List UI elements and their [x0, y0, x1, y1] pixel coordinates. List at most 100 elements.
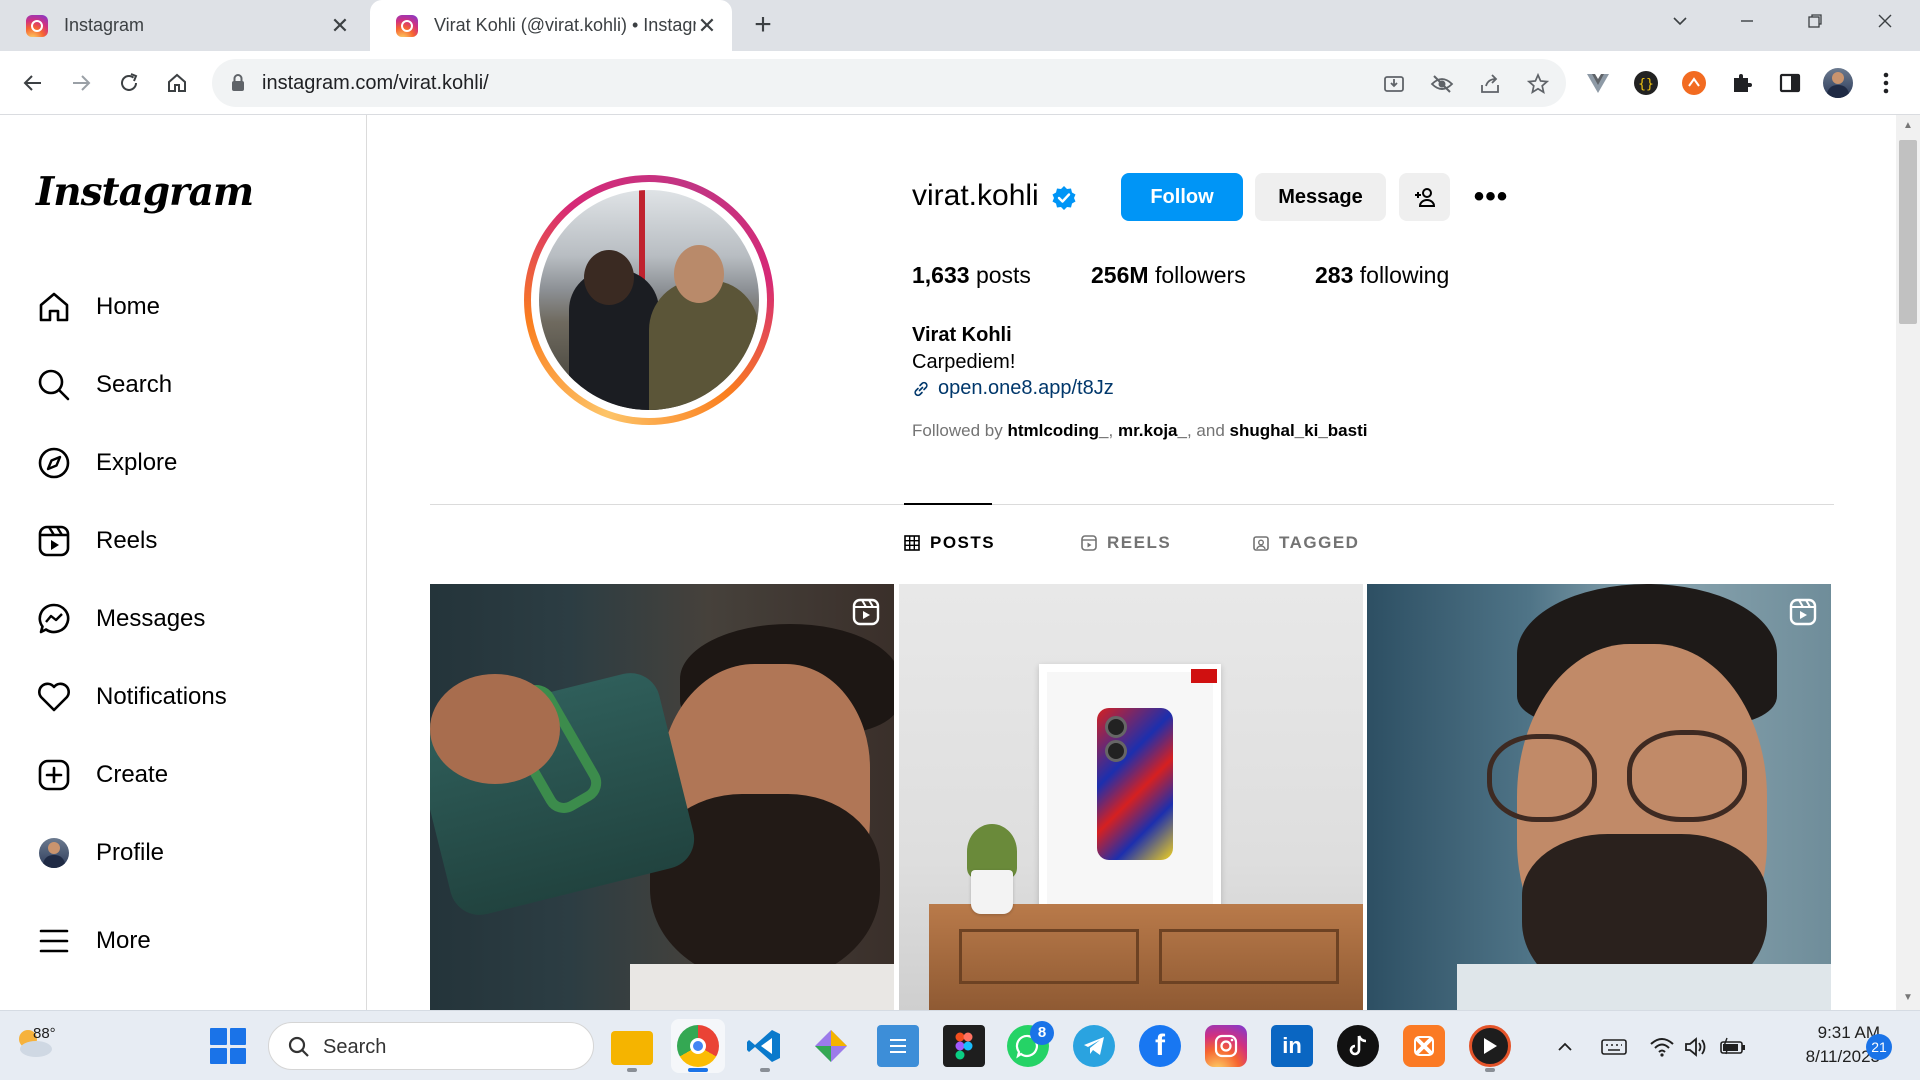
menu-icon	[36, 923, 72, 959]
sidebar-item-label: Create	[96, 761, 169, 788]
tab-close-icon[interactable]: ✕	[696, 13, 718, 39]
json-extension-icon[interactable]: {}	[1630, 66, 1662, 100]
followers-count[interactable]: 256M followers	[1091, 262, 1246, 289]
heart-icon	[36, 679, 72, 715]
scroll-up-arrow-icon[interactable]: ▲	[1899, 118, 1917, 134]
reels-icon	[1081, 535, 1097, 551]
suggested-accounts-button[interactable]	[1399, 173, 1450, 221]
post-thumbnail[interactable]	[1367, 584, 1831, 1010]
link-icon	[914, 381, 928, 396]
sidebar-item-create[interactable]: Create	[36, 751, 336, 799]
new-tab-button[interactable]: +	[748, 8, 778, 42]
profile-website-link[interactable]: open.one8.app/t8Jz	[912, 377, 1114, 400]
vuejs-extension-icon[interactable]	[1582, 66, 1614, 100]
install-app-icon[interactable]	[1380, 71, 1408, 97]
instagram-sidebar: Instagram Home Search Explore Reels Mess…	[0, 115, 367, 1010]
restore-icon[interactable]	[1795, 6, 1835, 40]
url-text[interactable]: instagram.com/virat.kohli/	[262, 72, 489, 95]
tab-close-icon[interactable]: ✕	[329, 13, 351, 39]
forward-arrow-icon[interactable]	[63, 65, 99, 101]
browser-toolbar: instagram.com/virat.kohli/ {}	[0, 51, 1920, 115]
taskbar-clock[interactable]: 9:31 AM 8/11/2023	[1762, 1021, 1880, 1069]
sidebar-item-more[interactable]: More	[36, 917, 336, 965]
file-explorer-icon[interactable]	[611, 1031, 653, 1065]
followed-by-text[interactable]: Followed by htmlcoding_, mr.koja_, and s…	[912, 421, 1367, 441]
bookmark-star-icon[interactable]	[1524, 71, 1552, 97]
tagged-person-icon	[1253, 536, 1269, 551]
sidebar-item-label: Explore	[96, 449, 178, 476]
side-panel-icon[interactable]	[1774, 66, 1806, 100]
scroll-down-arrow-icon[interactable]: ▼	[1899, 990, 1917, 1006]
posts-count: 1,633 posts	[912, 262, 1031, 288]
profile-username: virat.kohli	[912, 179, 1039, 212]
message-button[interactable]: Message	[1255, 173, 1386, 221]
back-arrow-icon[interactable]	[15, 65, 51, 101]
profile-bio: Carpediem!	[912, 351, 1016, 373]
linkedin-icon[interactable]: in	[1271, 1025, 1313, 1067]
telegram-icon[interactable]	[1073, 1025, 1115, 1067]
instagram-logo[interactable]: Instagram	[36, 169, 254, 215]
following-count[interactable]: 283 following	[1315, 262, 1449, 289]
reload-icon[interactable]	[111, 65, 147, 101]
sidebar-item-notifications[interactable]: Notifications	[36, 673, 336, 721]
scrollbar-thumb[interactable]	[1899, 140, 1917, 324]
sidebar-item-profile[interactable]: Profile	[36, 829, 336, 877]
tab-posts[interactable]: POSTS	[904, 533, 995, 553]
chevron-up-icon[interactable]	[1551, 1033, 1579, 1061]
browser-tab-strip: Instagram ✕ Virat Kohli (@virat.kohli) •…	[0, 0, 1920, 51]
browser-tab-instagram[interactable]: Instagram ✕	[0, 0, 365, 51]
orange-extension-icon[interactable]	[1678, 66, 1710, 100]
xampp-icon[interactable]	[1403, 1025, 1445, 1067]
kebab-menu-icon[interactable]	[1870, 66, 1902, 100]
battery-icon[interactable]	[1719, 1033, 1747, 1061]
vscode-icon[interactable]	[743, 1025, 785, 1067]
keyboard-icon[interactable]	[1600, 1033, 1628, 1061]
profile-main: virat.kohli Follow Message ••• 1,633 pos…	[368, 115, 1896, 1010]
eye-slash-icon[interactable]	[1428, 71, 1456, 97]
instagram-icon[interactable]	[1205, 1025, 1247, 1067]
sidebar-item-home[interactable]: Home	[36, 283, 336, 331]
sidebar-item-label: Profile	[96, 839, 165, 866]
media-player-icon[interactable]	[1469, 1025, 1511, 1067]
tab-title: Instagram	[64, 15, 145, 35]
puzzle-extensions-icon[interactable]	[1726, 66, 1758, 100]
tab-search-chevron-icon[interactable]	[1660, 6, 1700, 40]
home-icon[interactable]	[159, 65, 195, 101]
compass-icon	[36, 445, 72, 481]
reels-icon	[36, 523, 72, 559]
post-thumbnail[interactable]	[899, 584, 1363, 1010]
address-bar[interactable]: instagram.com/virat.kohli/	[212, 59, 1566, 107]
lock-icon[interactable]	[230, 73, 246, 98]
colorful-app-icon[interactable]	[810, 1025, 852, 1067]
sidebar-item-search[interactable]: Search	[36, 361, 336, 409]
tab-tagged[interactable]: TAGGED	[1253, 533, 1359, 553]
sidebar-item-messages[interactable]: Messages	[36, 595, 336, 643]
verified-badge-icon	[1052, 186, 1076, 210]
active-tab-indicator	[904, 503, 992, 505]
notepad-icon[interactable]	[877, 1025, 919, 1067]
tab-reels[interactable]: REELS	[1081, 533, 1171, 553]
taskbar-search-box[interactable]: Search	[268, 1022, 594, 1070]
avatar	[36, 835, 72, 871]
messenger-icon	[36, 601, 72, 637]
minimize-icon[interactable]	[1727, 6, 1767, 40]
notification-count-badge[interactable]: 21	[1866, 1034, 1892, 1060]
sidebar-item-explore[interactable]: Explore	[36, 439, 336, 487]
close-window-icon[interactable]	[1865, 6, 1905, 40]
wifi-icon[interactable]	[1648, 1033, 1676, 1061]
tiktok-icon[interactable]	[1337, 1025, 1379, 1067]
chrome-icon[interactable]	[677, 1025, 719, 1067]
post-thumbnail[interactable]	[430, 584, 894, 1010]
share-icon[interactable]	[1476, 71, 1504, 97]
volume-icon[interactable]	[1682, 1033, 1710, 1061]
figma-icon[interactable]	[943, 1025, 985, 1067]
sidebar-item-reels[interactable]: Reels	[36, 517, 336, 565]
browser-tab-virat-kohli[interactable]: Virat Kohli (@virat.kohli) • Instagram ✕	[370, 0, 732, 51]
profile-picture-story-ring[interactable]	[524, 175, 774, 425]
weather-temperature: 88°	[33, 1025, 56, 1042]
profile-avatar[interactable]	[1822, 66, 1854, 100]
windows-start-icon[interactable]	[210, 1028, 246, 1064]
facebook-icon[interactable]: f	[1139, 1025, 1181, 1067]
follow-button[interactable]: Follow	[1121, 173, 1243, 221]
more-options-button[interactable]: •••	[1466, 173, 1516, 221]
